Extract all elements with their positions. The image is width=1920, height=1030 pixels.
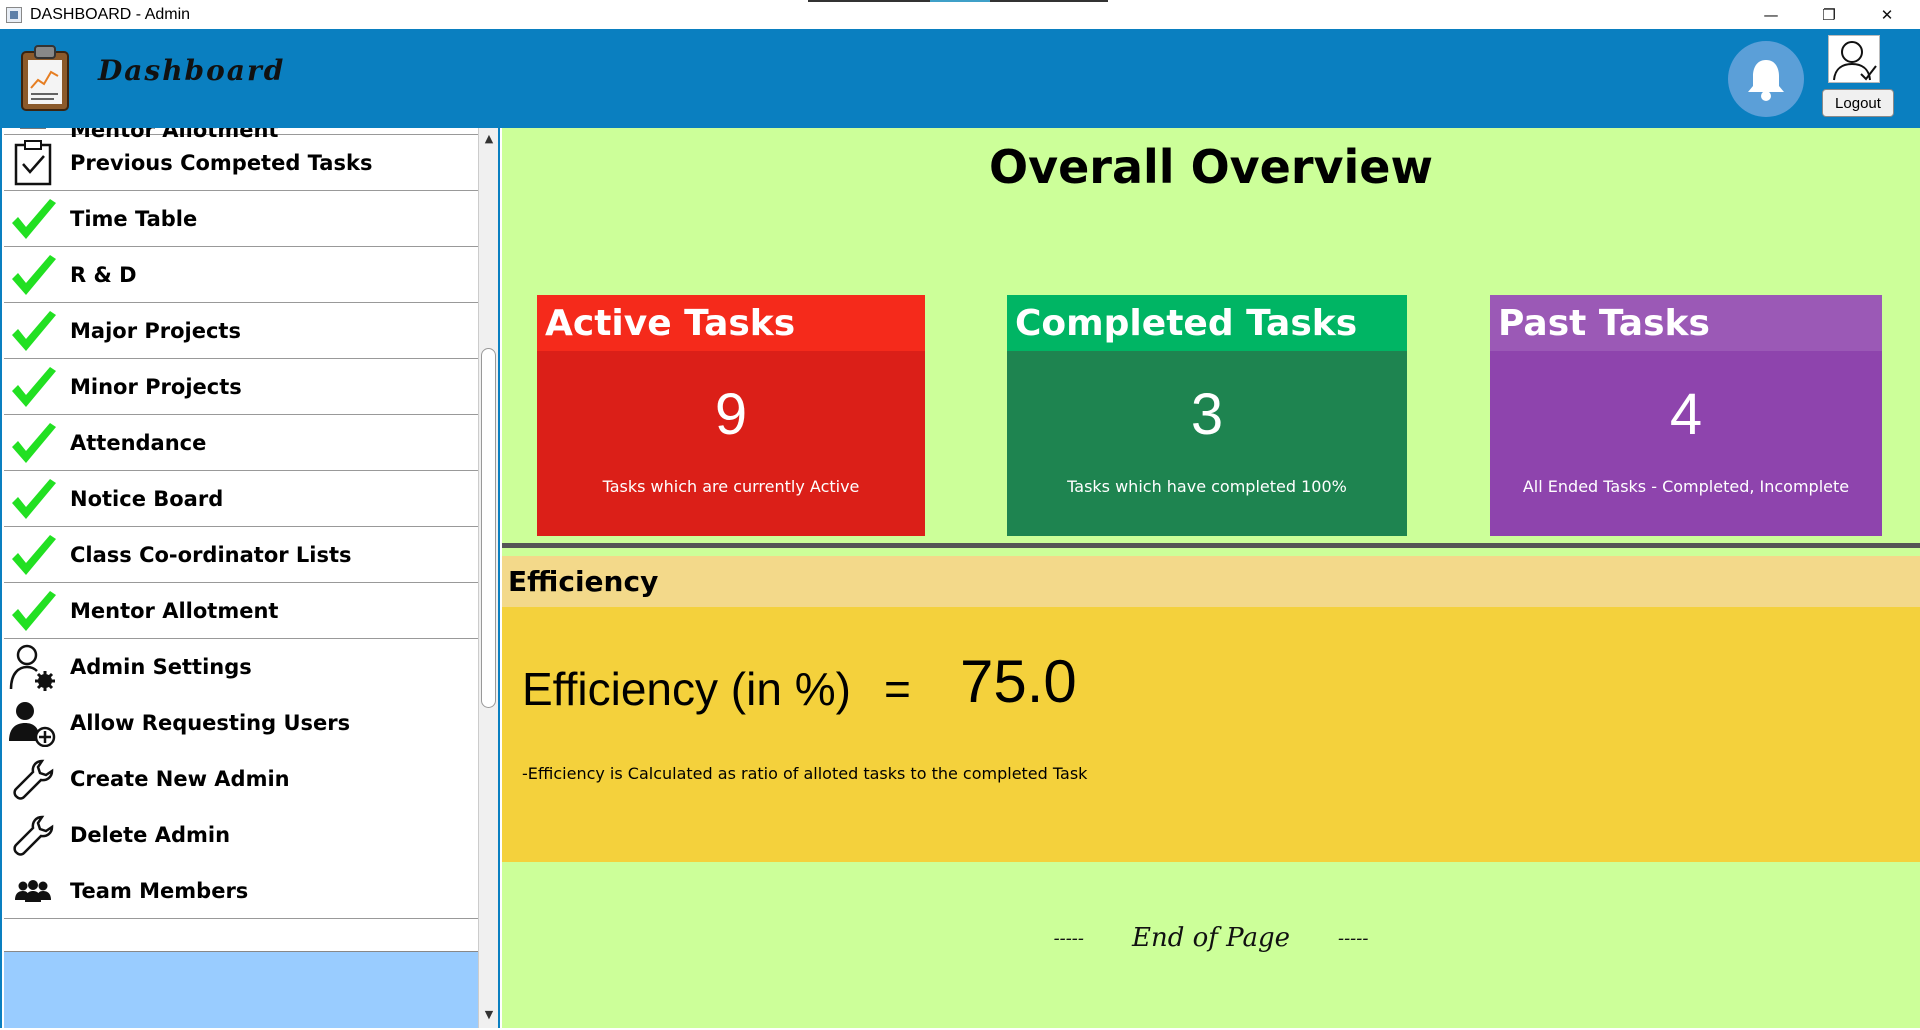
- logout-button[interactable]: Logout: [1822, 89, 1894, 117]
- sidebar-item-mentor-allotment[interactable]: Mentor Allotment: [4, 583, 478, 639]
- sidebar-footer-panel: [4, 951, 478, 1028]
- green-check-icon: [8, 474, 58, 524]
- green-check-icon: [8, 306, 58, 356]
- card-description: Tasks which have completed 100%: [1067, 477, 1347, 496]
- efficiency-label: Efficiency (in %): [522, 663, 851, 715]
- sidebar-item-partial[interactable]: Mentor Allotment: [4, 128, 478, 142]
- sidebar-item-allow-requesting-users[interactable]: Allow Requesting Users: [4, 695, 478, 751]
- page-title: Overall Overview: [989, 140, 1433, 194]
- sidebar-item-previous-competed-tasks[interactable]: Previous Competed Tasks: [4, 135, 478, 191]
- sidebar-nav: Mentor Allotment Previous Competed Tasks…: [0, 128, 500, 1028]
- card-title: Active Tasks: [537, 295, 925, 351]
- wrench-icon: [8, 754, 58, 804]
- efficiency-equals: =: [884, 663, 911, 715]
- end-of-page: ----- End of Page -----: [502, 923, 1920, 953]
- sidebar-item-class-coordinator-lists[interactable]: Class Co-ordinator Lists: [4, 527, 478, 583]
- app-header: Dashboard Logout: [0, 29, 1920, 128]
- sidebar-item-admin-settings[interactable]: Admin Settings: [4, 639, 478, 695]
- past-tasks-card[interactable]: Past Tasks 4 All Ended Tasks - Completed…: [1490, 295, 1882, 536]
- wrench-icon: [8, 810, 58, 860]
- efficiency-panel: Efficiency (in %) = 75.0 -Efficiency is …: [502, 607, 1920, 862]
- green-check-icon: [8, 194, 58, 244]
- card-title: Past Tasks: [1490, 295, 1882, 351]
- card-value: 9: [714, 382, 748, 447]
- main-content: Overall Overview Active Tasks 9 Tasks wh…: [502, 128, 1920, 1028]
- efficiency-value: 75.0: [960, 648, 1077, 715]
- sidebar-item-delete-admin[interactable]: Delete Admin: [4, 807, 478, 863]
- minimize-button[interactable]: —: [1742, 0, 1800, 29]
- completed-tasks-card[interactable]: Completed Tasks 3 Tasks which have compl…: [1007, 295, 1407, 536]
- scroll-up-arrow-icon[interactable]: ▲: [479, 132, 498, 145]
- efficiency-note: -Efficiency is Calculated as ratio of al…: [522, 764, 1088, 783]
- restore-button[interactable]: ❐: [1800, 0, 1858, 29]
- window-titlebar: DASHBOARD - Admin — ❐ ✕: [0, 0, 1920, 29]
- green-check-icon: [8, 586, 58, 636]
- card-description: All Ended Tasks - Completed, Incomplete: [1522, 477, 1850, 496]
- sidebar-item-r-and-d[interactable]: R & D: [4, 247, 478, 303]
- notification-bell-icon[interactable]: [1728, 41, 1804, 117]
- team-icon: [8, 866, 58, 916]
- green-check-icon: [8, 530, 58, 580]
- green-check-icon: [8, 250, 58, 300]
- scroll-down-arrow-icon[interactable]: ▼: [479, 1008, 498, 1021]
- user-gear-icon: [8, 642, 58, 692]
- card-value: 3: [1190, 382, 1224, 447]
- sidebar-item-time-table[interactable]: Time Table: [4, 191, 478, 247]
- close-button[interactable]: ✕: [1858, 0, 1916, 29]
- sidebar-item-create-new-admin[interactable]: Create New Admin: [4, 751, 478, 807]
- efficiency-heading: Efficiency: [502, 556, 1920, 607]
- end-of-page-text: End of Page: [1131, 923, 1291, 953]
- sidebar-scrollbar[interactable]: ▲ ▼: [478, 128, 498, 1028]
- card-title: Completed Tasks: [1007, 295, 1407, 351]
- green-check-icon: [8, 362, 58, 412]
- card-description: Tasks which are currently Active: [602, 477, 860, 496]
- sidebar-item-attendance[interactable]: Attendance: [4, 415, 478, 471]
- team-icon: [8, 128, 58, 134]
- sidebar-item-team-members[interactable]: Team Members: [4, 863, 478, 919]
- user-profile-icon[interactable]: [1828, 35, 1880, 83]
- window-title: DASHBOARD - Admin: [30, 5, 191, 23]
- end-dash-left: -----: [1053, 927, 1084, 949]
- section-divider: [502, 543, 1920, 548]
- app-icon: [6, 6, 22, 23]
- clipboard-logo-icon: [20, 44, 70, 112]
- green-check-icon: [8, 418, 58, 468]
- active-tasks-card[interactable]: Active Tasks 9 Tasks which are currently…: [537, 295, 925, 536]
- end-dash-right: -----: [1338, 927, 1369, 949]
- header-title: Dashboard: [98, 54, 286, 87]
- card-value: 4: [1669, 382, 1703, 447]
- scrollbar-thumb[interactable]: [481, 348, 496, 708]
- sidebar-item-major-projects[interactable]: Major Projects: [4, 303, 478, 359]
- clipboard-check-icon: [8, 138, 58, 188]
- titlebar-accent-blue: [930, 0, 990, 2]
- sidebar-item-minor-projects[interactable]: Minor Projects: [4, 359, 478, 415]
- user-add-icon: [8, 698, 58, 748]
- sidebar-item-notice-board[interactable]: Notice Board: [4, 471, 478, 527]
